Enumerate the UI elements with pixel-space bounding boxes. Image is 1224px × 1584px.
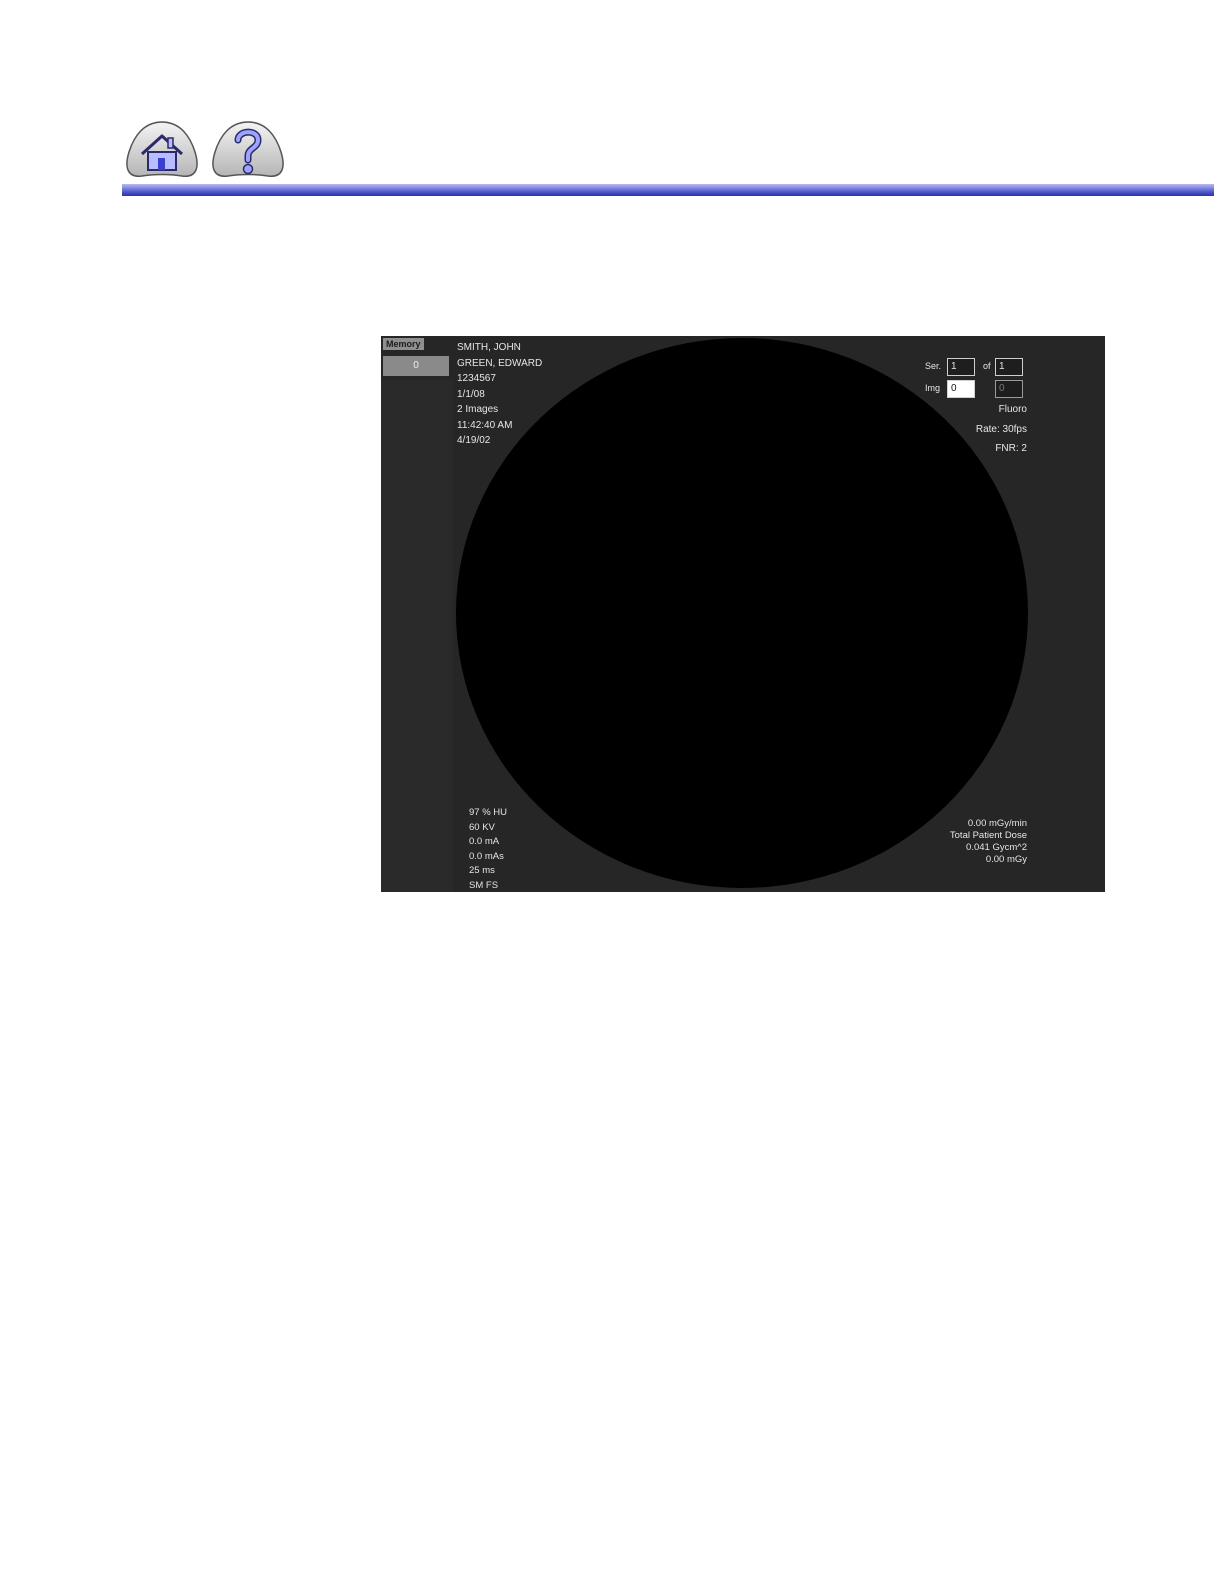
- memory-label: Memory: [383, 338, 424, 350]
- mode-name: Fluoro: [998, 404, 1027, 415]
- birth-date: 1/1/08: [457, 388, 485, 400]
- dose-info: 0.00 mGy/min Total Patient Dose 0.041 Gy…: [950, 818, 1027, 866]
- patient-name: SMITH, JOHN: [457, 342, 521, 353]
- series-label: Ser.: [925, 361, 942, 371]
- mode-info: Fluoro Rate: 30fps FNR: 2: [976, 402, 1027, 461]
- home-button[interactable]: [124, 120, 200, 180]
- cumulative-dose: 0.00 mGy: [985, 854, 1027, 865]
- series-field[interactable]: 1: [947, 358, 975, 376]
- exam-time: 11:42:40 AM: [457, 419, 513, 431]
- ma-value: 0.0 mA: [469, 836, 500, 847]
- kv-value: 60 KV: [469, 821, 495, 833]
- focal-spot: SM FS: [469, 879, 499, 891]
- patient-id: 1234567: [457, 373, 496, 384]
- mas-value: 0.0 mAs: [469, 850, 504, 862]
- fluoro-screen: Memory 0 SMITH, JOHN GREEN, EDWARD 12345…: [381, 336, 1105, 892]
- memory-value[interactable]: 0: [383, 356, 449, 376]
- help-button[interactable]: [210, 120, 286, 180]
- frame-rate: Rate: 30fps: [975, 423, 1027, 435]
- series-of-label: of: [983, 361, 991, 371]
- heat-units: 97 % HU: [469, 807, 508, 818]
- total-dose-label: Total Patient Dose: [949, 830, 1027, 841]
- home-icon: [126, 121, 198, 177]
- memory-column: [381, 380, 453, 892]
- technique-info: 97 % HU 60 KV 0.0 mA 0.0 mAs 25 ms SM FS: [469, 806, 507, 892]
- dose-rate: 0.00 mGy/min: [967, 818, 1027, 829]
- patient-info: SMITH, JOHN GREEN, EDWARD 1234567 1/1/08…: [457, 340, 542, 449]
- fnr-level: FNR: 2: [995, 443, 1027, 454]
- image-label: Img: [925, 383, 941, 393]
- image-field-input[interactable]: 0: [947, 380, 975, 398]
- header-rule: [122, 184, 1214, 196]
- image-count: 2 Images: [457, 404, 499, 415]
- physician-name: GREEN, EDWARD: [457, 357, 543, 369]
- image-total-field[interactable]: 0: [995, 380, 1023, 398]
- question-mark-icon: [212, 121, 284, 177]
- dose-area-product: 0.041 Gycm^2: [966, 842, 1027, 853]
- ms-value: 25 ms: [469, 865, 495, 876]
- series-total-field[interactable]: 1: [995, 358, 1023, 376]
- exam-date: 4/19/02: [457, 435, 491, 446]
